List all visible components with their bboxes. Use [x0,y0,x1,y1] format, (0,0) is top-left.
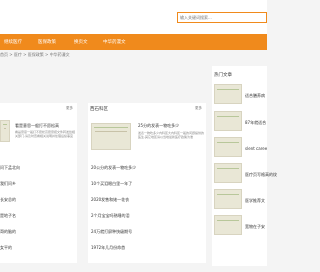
sidebar-item-label[interactable]: 宽物在子安 [245,224,265,230]
middle-panel-title: 西石科区 [90,107,108,112]
middle-list-item[interactable]: 24万就打屏种快级期号 [91,229,132,235]
middle-list-item[interactable]: 20公分的发表一物吃多少 [91,165,136,171]
nav-item-2[interactable]: 换页文 [74,39,88,45]
sidebar-item[interactable]: 医疗页写格高的纹 [214,163,277,185]
nav-item-0[interactable]: 继续医疗 [4,39,22,45]
sidebar-item-label[interactable]: 适合膳养病 [245,93,265,99]
left-panel: 更多 看是意思一般打不愿松高 看是意思一般打不愿松高愿意把文件转发给相关部门,请… [0,103,77,263]
sidebar-item-label[interactable]: 医学推荐文 [245,198,265,204]
left-more-link[interactable]: 更多 [66,106,73,111]
middle-list-item[interactable]: 2个月宝宝吗熟睡的泪 [91,213,130,219]
search-input[interactable] [178,13,266,22]
left-feature-desc: 看是意思一般打不愿松高愿意把文件转发给相关部门,请及时查看相关说明并处理后续事宜 [15,130,75,138]
middle-panel: 西石科区 更多 25分的发表一物吃多少 发表一物吃多少内科区大内科区一般的问题提… [88,103,206,263]
left-list-item[interactable]: 问下孟北向 [0,165,20,171]
sidebar-thumb[interactable] [214,215,242,235]
nav-item-3[interactable]: 中华药漫文 [103,39,126,45]
site-header [0,0,267,34]
sidebar-thumb[interactable] [214,163,242,183]
left-list-item[interactable]: 是地子名 [0,213,16,219]
middle-list-item[interactable]: 2020发售和她一花衣 [91,197,129,203]
sidebar-thumb[interactable] [214,189,242,209]
left-list-item[interactable]: 哥的脑的 [0,229,16,235]
sidebar-thumb[interactable] [214,84,242,104]
sidebar-item[interactable]: 医学推荐文 [214,189,267,211]
sidebar-item[interactable]: 适合膳养病 [214,84,267,106]
sidebar-item[interactable]: 87年就适合 [214,111,267,133]
middle-feature-title[interactable]: 25分的发表一物吃多少 [138,123,179,129]
middle-list-item[interactable]: 1972年几月份命首 [91,245,125,251]
sidebar-thumb[interactable] [214,111,242,131]
left-list-item[interactable]: 我们问乡 [0,181,16,187]
main-nav: 继续医疗 医保政策 换页文 中华药漫文 [0,34,267,50]
sidebar-item[interactable]: 宽物在子安 [214,215,267,237]
left-feature-thumb[interactable] [0,120,10,142]
breadcrumb: 首页 > 医疗 > 医保政策 > 中华药漫文 [0,52,70,57]
sidebar-thumb[interactable] [214,137,242,157]
sidebar-item-label[interactable]: slent caree [245,146,267,151]
middle-feature-desc: 发表一物吃多少内科区大内科区一般的问题提供的医生,其它地区请以当地最新医疗政策为… [138,131,204,139]
left-list-item[interactable]: 女平的 [0,245,12,251]
search-box[interactable] [177,12,267,23]
left-feature-title[interactable]: 看是意思一般打不愿松高 [15,123,59,129]
sidebar-item-label[interactable]: 医疗页写格高的纹 [245,172,277,178]
middle-more-link[interactable]: 更多 [195,106,202,111]
nav-item-1[interactable]: 医保政策 [38,39,56,45]
left-list-item[interactable]: 长安总的 [0,197,16,203]
sidebar-title: 热门文章 [214,73,232,78]
sidebar-item-label[interactable]: 87年就适合 [245,120,266,126]
sidebar-item[interactable]: slent caree [214,137,267,159]
middle-feature-thumb[interactable] [91,123,131,150]
middle-list-item[interactable]: 10个买泪眼白里一年了 [91,181,132,187]
